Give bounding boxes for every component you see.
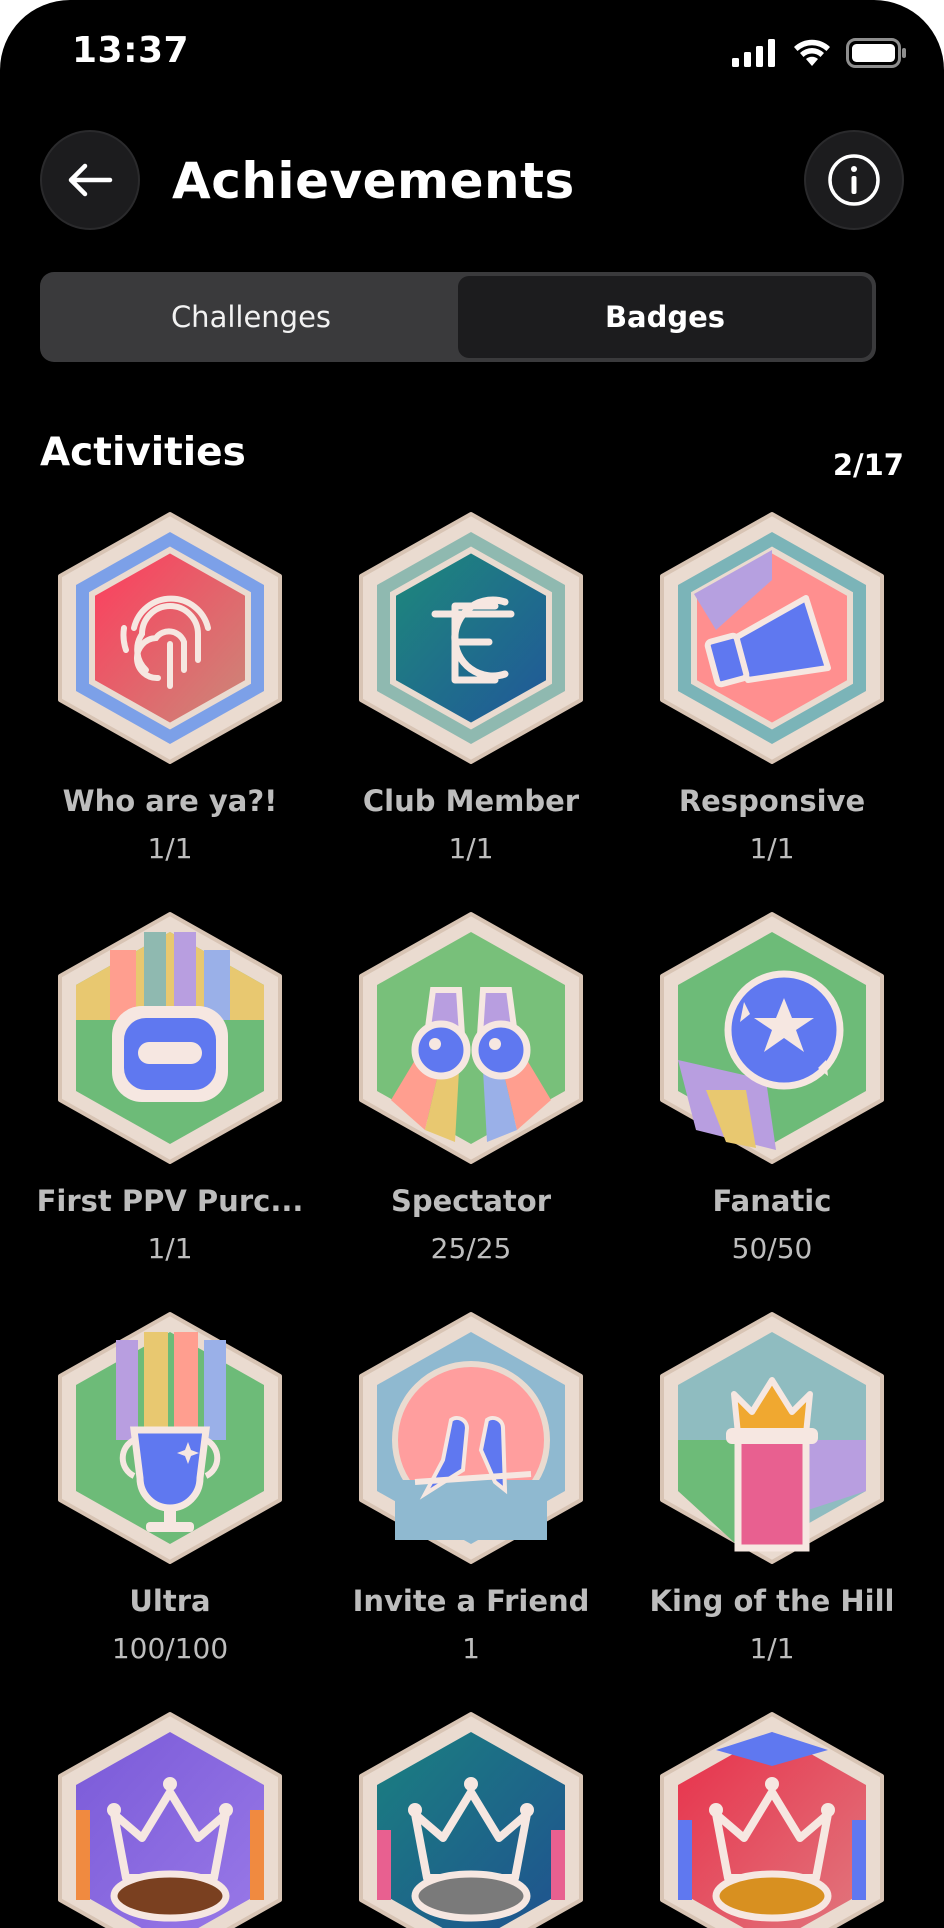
badge-name: Responsive [678,784,866,818]
badge-name: Who are ya?! [62,784,278,818]
app-screen: 13:37 Achievements Challenges Badges Act… [0,0,944,1928]
badge-club-member[interactable]: Club Member 1/1 [321,510,621,865]
info-icon [828,154,880,206]
badge-crown-gold[interactable] [622,1710,922,1928]
badge-progress: 1/1 [749,1632,795,1665]
tab-badges[interactable]: Badges [458,276,872,358]
crown-pillar-icon [726,1377,818,1552]
badge-fanatic[interactable]: Fanatic 50/50 [622,910,922,1265]
badge-crown-bronze[interactable] [20,1710,320,1928]
badge-progress: 1 [462,1632,480,1665]
badge-progress: 100/100 [111,1632,229,1665]
section-count: 2/17 [832,448,904,482]
badge-name: Spectator [390,1184,552,1218]
section-title: Activities [40,430,246,475]
badge-name: Club Member [362,784,580,818]
status-bar: 13:37 [0,0,944,110]
info-button[interactable] [804,130,904,230]
arrow-left-icon [68,163,113,197]
badge-progress: 50/50 [731,1232,813,1265]
badge-progress: 25/25 [430,1232,512,1265]
badge-progress: 1/1 [448,832,494,865]
status-icons [732,38,908,68]
tab-switcher: Challenges Badges [40,272,876,362]
badge-progress: 1/1 [749,832,795,865]
badge-who-are-ya[interactable]: Who are ya?! 1/1 [20,510,320,865]
badge-king-of-the-hill[interactable]: King of the Hill 1/1 [622,1310,922,1665]
badge-progress: 1/1 [147,1232,193,1265]
tab-challenges[interactable]: Challenges [44,276,458,358]
cellular-signal-icon [732,39,775,67]
page-title: Achievements [172,152,575,210]
badge-name: Fanatic [712,1184,832,1218]
badge-name: Ultra [129,1584,211,1618]
badge-responsive[interactable]: Responsive 1/1 [622,510,922,865]
badge-invite-a-friend[interactable]: Invite a Friend 1 [321,1310,621,1665]
badge-name: King of the Hill [649,1584,895,1618]
status-time: 13:37 [72,30,190,71]
wifi-icon [794,39,830,66]
vr-headset-icon [112,1006,228,1102]
badge-progress: 1/1 [147,832,193,865]
header: Achievements [0,130,944,234]
football-icon [724,970,844,1090]
badge-crown-silver[interactable] [321,1710,621,1928]
battery-icon [846,38,906,68]
badge-first-ppv-purchase[interactable]: First PPV Purc... 1/1 [20,910,320,1265]
back-button[interactable] [40,130,140,230]
badge-spectator[interactable]: Spectator 25/25 [321,910,621,1265]
badge-name: First PPV Purc... [36,1184,304,1218]
badge-ultra[interactable]: Ultra 100/100 [20,1310,320,1665]
badge-name: Invite a Friend [352,1584,590,1618]
